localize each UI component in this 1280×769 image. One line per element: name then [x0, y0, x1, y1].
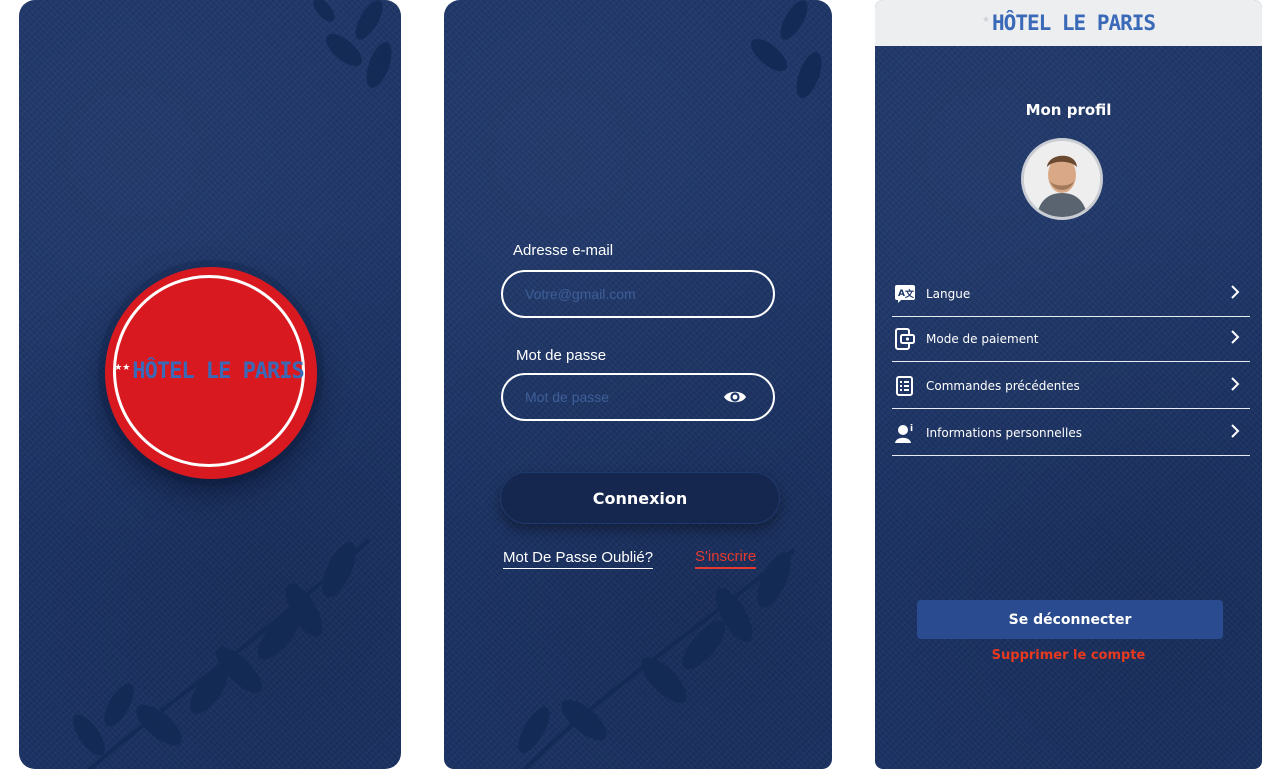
svg-text:i: i	[910, 424, 913, 434]
menu-item-langue[interactable]: A 文 Langue	[892, 271, 1250, 317]
logo-stars: ★	[981, 15, 991, 25]
chevron-right-icon	[1231, 377, 1240, 391]
email-field-container[interactable]	[501, 270, 775, 318]
leaf-decoration-bottom	[72, 538, 371, 769]
leaf-decoration-top	[313, 0, 392, 88]
email-input[interactable]	[523, 285, 717, 303]
logout-button[interactable]: Se déconnecter	[917, 600, 1223, 639]
person-info-icon: i	[894, 422, 916, 444]
delete-account-link[interactable]: Supprimer le compte	[875, 648, 1262, 663]
chevron-right-icon	[1231, 424, 1240, 438]
page-title: Mon profil	[1025, 101, 1112, 119]
login-screen: Adresse e-mail Mot de passe Connexion Mo…	[444, 0, 832, 769]
hotel-logo-badge: ★★ HÔTEL LE PARIS	[105, 267, 317, 479]
avatar[interactable]	[1021, 138, 1103, 220]
logo-stars: ★★	[114, 363, 131, 373]
eye-icon[interactable]	[723, 387, 747, 407]
menu-item-orders[interactable]: Commandes précédentes	[892, 363, 1250, 409]
login-button[interactable]: Connexion	[500, 472, 780, 524]
menu-label: Langue	[926, 286, 971, 301]
signup-link[interactable]: S'inscrire	[695, 548, 757, 569]
translate-icon: A 文	[894, 283, 916, 305]
svg-text:文: 文	[904, 288, 915, 300]
splash-screen: ★★ HÔTEL LE PARIS	[19, 0, 401, 769]
password-field-container[interactable]	[501, 373, 775, 421]
email-label: Adresse e-mail	[513, 242, 614, 259]
chevron-right-icon	[1231, 330, 1240, 344]
menu-label: Mode de paiement	[926, 331, 1039, 346]
hotel-logo-text: HÔTEL LE PARIS	[132, 358, 304, 384]
menu-label: Informations personnelles	[926, 425, 1082, 440]
svg-text:A: A	[898, 289, 905, 299]
profile-screen: ★ HÔTEL LE PARIS Mon profil A 文 Langue M…	[875, 0, 1262, 769]
hotel-logo-text: HÔTEL LE PARIS	[992, 11, 1156, 35]
chevron-right-icon	[1231, 285, 1240, 299]
payment-icon	[894, 327, 916, 350]
avatar-image	[1024, 141, 1100, 217]
orders-icon	[894, 375, 916, 397]
menu-label: Commandes précédentes	[926, 378, 1080, 393]
app-header: ★ HÔTEL LE PARIS	[875, 0, 1262, 46]
menu-item-personal-info[interactable]: i Informations personnelles	[892, 410, 1250, 456]
password-input[interactable]	[523, 388, 717, 406]
password-label: Mot de passe	[516, 347, 607, 364]
menu-item-payment[interactable]: Mode de paiement	[892, 316, 1250, 362]
leaf-decoration-top	[750, 0, 822, 98]
forgot-password-link[interactable]: Mot De Passe Oublié?	[503, 549, 654, 569]
